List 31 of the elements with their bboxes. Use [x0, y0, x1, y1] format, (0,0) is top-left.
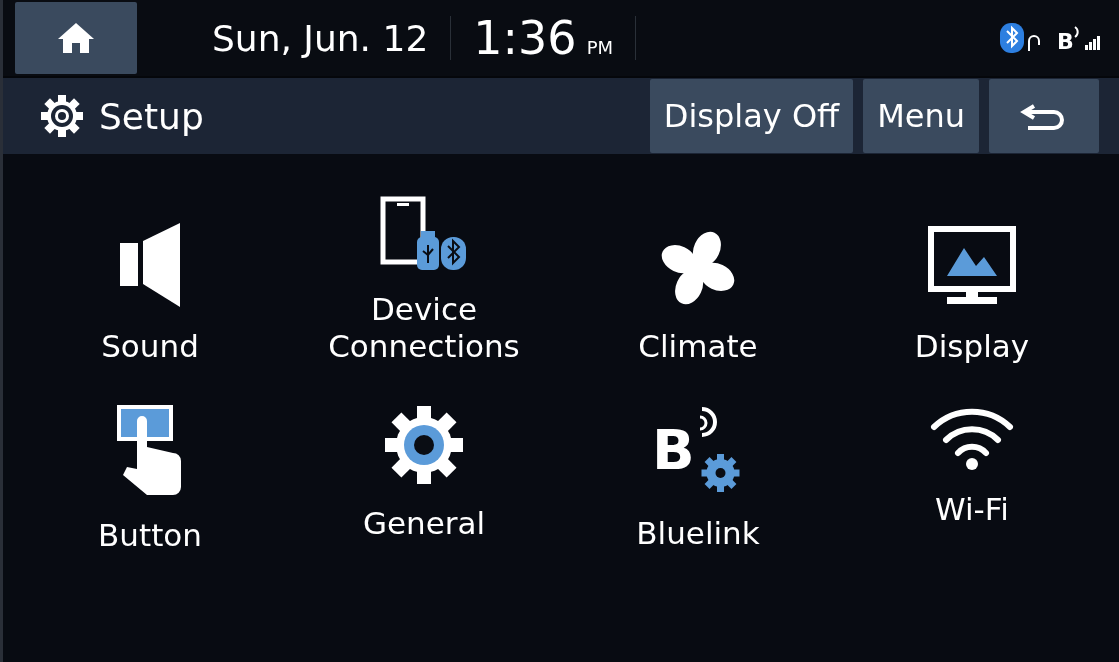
page-title: Setup [99, 95, 204, 137]
tile-label: Climate [638, 327, 758, 365]
touch-button-icon [117, 405, 183, 497]
clock-time: 1:36 [473, 11, 577, 65]
tile-label: Wi-Fi [935, 491, 1009, 529]
settings-tile[interactable]: Button [13, 379, 287, 579]
back-button[interactable] [989, 79, 1099, 153]
tile-label: General [362, 505, 486, 543]
date-text: Sun, Jun. 12 [212, 17, 429, 59]
settings-tile[interactable]: General [287, 379, 561, 579]
clock-meridiem: PM [586, 37, 614, 58]
home-button[interactable] [15, 2, 137, 74]
settings-tile[interactable]: Wi-Fi [835, 379, 1109, 579]
settings-tile[interactable]: Display [835, 154, 1109, 379]
gear-icon [39, 93, 85, 139]
header-button[interactable]: Display Off [649, 79, 854, 153]
speaker-icon [118, 221, 182, 308]
home-icon [56, 21, 96, 55]
phone-usb-bluetooth-icon [379, 194, 469, 271]
settings-tile[interactable]: Device Connections [287, 154, 561, 379]
tile-label: Sound [101, 327, 199, 365]
bluetooth-phone-icon [999, 21, 1043, 55]
tile-label: Button [98, 517, 202, 555]
tile-label: Display [914, 327, 1030, 365]
header-button[interactable]: Menu [863, 79, 979, 153]
tile-label: Device Connections [328, 290, 520, 365]
settings-tile[interactable]: B Bluelink [561, 379, 835, 579]
gear-icon [384, 405, 464, 485]
settings-tile[interactable]: Sound [13, 154, 287, 379]
tile-label: Bluelink [636, 515, 760, 553]
settings-tile[interactable]: Climate [561, 154, 835, 379]
